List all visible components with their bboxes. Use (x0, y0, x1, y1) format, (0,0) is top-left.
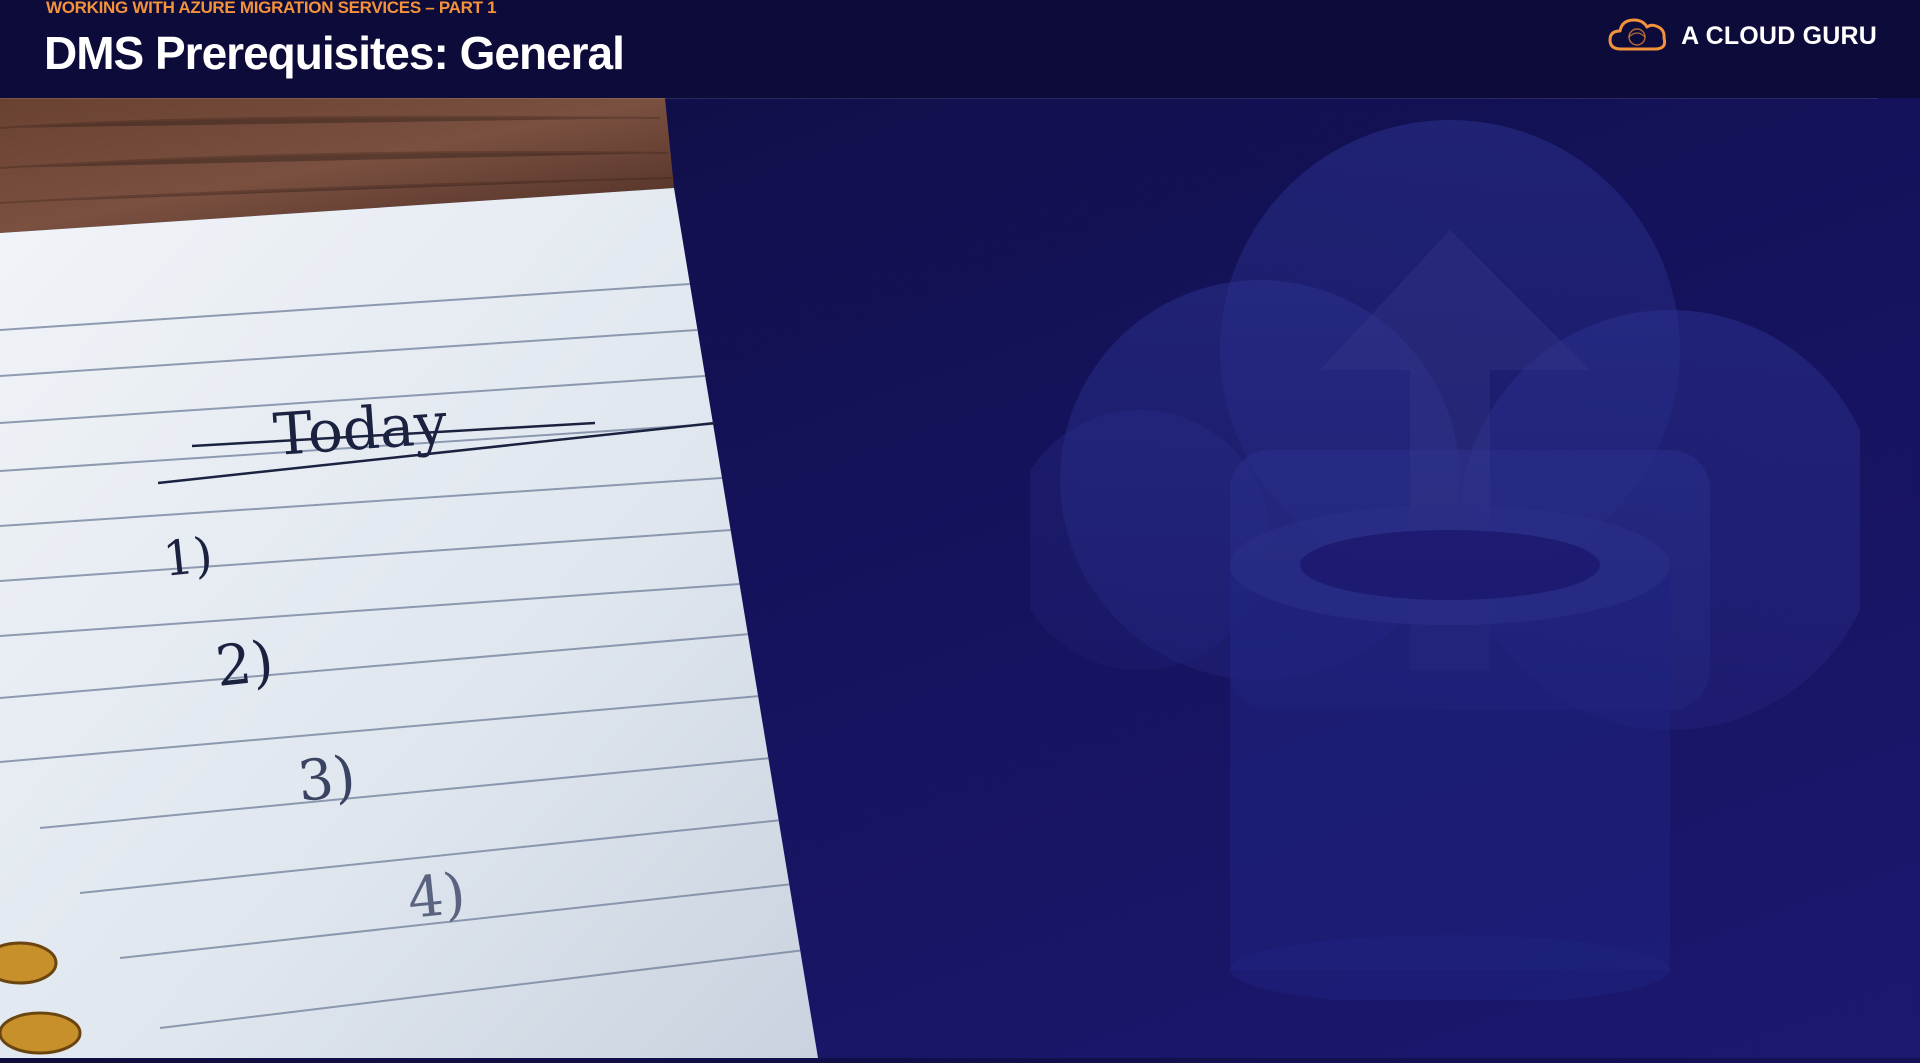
cloud-logo-icon (1607, 15, 1669, 58)
notebook-item: 2) (213, 629, 277, 700)
brand-name: A CLOUD GURU (1681, 21, 1877, 50)
slide-header: WORKING WITH AZURE MIGRATION SERVICES – … (0, 0, 1920, 98)
notebook-heading: Today (271, 389, 449, 469)
slide-title: DMS Prerequisites: General (44, 27, 625, 79)
cloud-database-upload-icon (1010, 120, 1880, 1005)
course-label: WORKING WITH AZURE MIGRATION SERVICES – … (46, 0, 497, 17)
notebook-photo: Today 1) 2) 3) 4) (0, 98, 830, 1058)
notebook-item: 1) (160, 527, 215, 588)
notebook-item: 4) (405, 861, 469, 932)
brand-logo: A CLOUD GURU (1607, 16, 1877, 56)
header-divider (0, 98, 1878, 99)
notebook-item: 3) (295, 744, 359, 815)
